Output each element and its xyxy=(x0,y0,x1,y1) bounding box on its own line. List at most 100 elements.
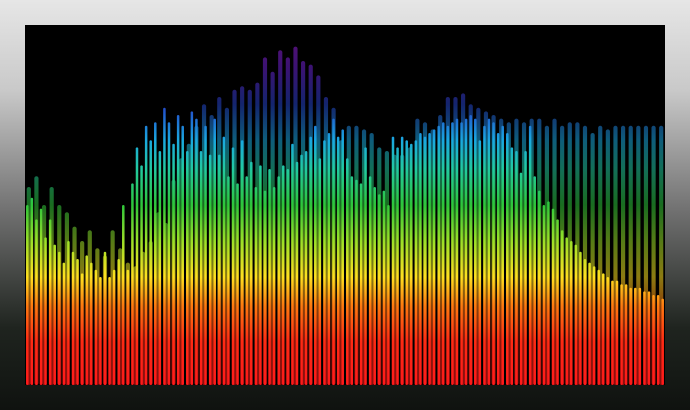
spectrum-bar xyxy=(286,169,290,385)
spectrum-bar xyxy=(501,125,504,385)
spectrum-bar xyxy=(510,147,514,385)
spectrum-bar xyxy=(487,118,491,385)
spectrum-bar xyxy=(53,244,56,385)
spectrum-bar xyxy=(464,118,468,385)
spectrum-bar xyxy=(300,154,303,385)
spectrum-bar xyxy=(190,111,194,385)
spectrum-bar xyxy=(583,259,587,385)
spectrum-bar xyxy=(163,107,166,385)
spectrum-bar xyxy=(634,287,637,385)
spectrum-bar xyxy=(643,291,646,385)
spectrum-bar xyxy=(126,269,130,385)
spectrum-bar xyxy=(304,151,308,385)
spectrum-bar xyxy=(506,133,509,385)
spectrum-bar xyxy=(624,284,628,385)
spectrum-bar xyxy=(373,187,376,385)
spectrum-bar xyxy=(602,273,605,385)
spectrum-bar xyxy=(154,122,157,385)
spectrum-bar xyxy=(140,165,143,385)
spectrum-bar xyxy=(656,295,660,385)
spectrum-bar xyxy=(327,133,331,385)
spectrum-bar xyxy=(135,147,139,385)
spectrum-bar xyxy=(469,115,472,385)
spectrum-bar xyxy=(213,118,216,385)
spectrum-bar xyxy=(579,251,582,385)
spectrum-bar xyxy=(222,136,226,385)
spectrum-bar xyxy=(62,262,66,385)
spectrum-bar xyxy=(35,219,38,385)
spectrum-bar xyxy=(359,183,363,385)
spectrum-bar xyxy=(391,136,395,385)
spectrum-visualizer xyxy=(25,25,665,385)
spectrum-bar xyxy=(149,140,152,385)
spectrum-bar xyxy=(186,151,189,385)
spectrum-bar xyxy=(528,125,532,385)
spectrum-bar xyxy=(295,161,299,385)
spectrum-bar xyxy=(85,255,88,385)
spectrum-bar xyxy=(533,176,536,385)
spectrum-bar xyxy=(597,269,600,385)
spectrum-bar xyxy=(39,208,43,385)
spectrum-bar xyxy=(446,125,450,385)
spectrum-bar xyxy=(428,133,431,385)
spectrum-bar xyxy=(144,125,148,385)
spectrum-bar xyxy=(318,158,322,385)
spectrum-bar xyxy=(570,241,573,385)
spectrum-bar xyxy=(99,277,102,385)
spectrum-bar xyxy=(259,165,262,385)
spectrum-bar xyxy=(460,122,463,385)
spectrum-bar xyxy=(218,154,221,385)
spectrum-bar xyxy=(364,147,367,385)
spectrum-bar xyxy=(236,183,239,385)
spectrum-bar xyxy=(240,140,244,385)
spectrum-bar xyxy=(387,205,390,385)
spectrum-bar xyxy=(250,161,253,385)
spectrum-bar xyxy=(103,251,107,385)
spectrum-bar xyxy=(195,118,198,385)
spectrum-bar xyxy=(565,237,568,385)
spectrum-bar xyxy=(496,133,500,385)
spectrum-bar xyxy=(519,172,523,385)
spectrum-bar xyxy=(451,122,454,385)
spectrum-bar xyxy=(44,237,47,385)
spectrum-bar xyxy=(346,158,349,385)
spectrum-bar xyxy=(400,136,404,385)
spectrum-bar xyxy=(547,201,550,385)
spectrum-bar xyxy=(611,280,614,385)
spectrum-bar xyxy=(419,133,422,385)
spectrum-bar xyxy=(80,273,84,385)
spectrum-bar xyxy=(592,266,596,385)
spectrum-bar xyxy=(492,122,495,385)
spectrum-bar xyxy=(588,262,591,385)
spectrum-bar xyxy=(272,187,276,385)
spectrum-bar xyxy=(204,125,207,385)
spectrum-bar xyxy=(26,205,29,385)
spectrum-bar xyxy=(282,165,285,385)
spectrum-bar xyxy=(515,151,518,385)
spectrum-bar xyxy=(208,154,212,385)
spectrum-bar xyxy=(410,143,413,385)
spectrum-bar xyxy=(432,129,436,385)
spectrum-bar xyxy=(620,284,623,385)
spectrum-bar xyxy=(382,190,386,385)
spectrum-bar xyxy=(277,176,280,385)
spectrum-bar xyxy=(647,291,651,385)
spectrum-bar xyxy=(378,194,381,385)
spectrum-bar xyxy=(538,190,541,385)
spectrum-bar xyxy=(368,176,372,385)
spectrum-bar xyxy=(350,176,354,385)
spectrum-bar xyxy=(227,176,230,385)
spectrum-bar xyxy=(122,205,125,385)
spectrum-bar xyxy=(478,140,482,385)
spectrum-bar xyxy=(167,122,171,385)
spectrum-bar xyxy=(30,197,34,385)
spectrum-bar xyxy=(551,208,555,385)
spectrum-bar xyxy=(291,143,294,385)
spectrum-bar xyxy=(108,277,111,385)
spectrum-bar xyxy=(245,176,248,385)
spectrum-bar xyxy=(76,259,79,385)
spectrum-bar xyxy=(355,179,358,385)
spectrum-bar xyxy=(542,205,546,385)
spectrum-bar xyxy=(606,277,610,385)
spectrum-bar xyxy=(172,143,175,385)
